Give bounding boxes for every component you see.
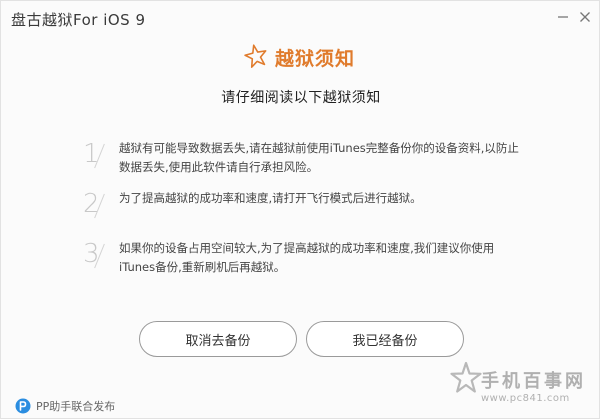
notice-subtitle: 请仔细阅读以下越狱须知 — [221, 90, 381, 106]
minimize-icon — [558, 16, 568, 18]
notice-number: 3 — [83, 239, 100, 269]
star-logo-icon — [244, 44, 267, 68]
notice-number: 2 — [83, 189, 100, 219]
notice-text: 为了提高越狱的成功率和速度,请打开飞行模式后进行越狱。 — [119, 191, 422, 205]
watermark-star-icon — [450, 361, 482, 393]
minimize-button[interactable] — [553, 7, 573, 27]
close-button[interactable] — [575, 7, 595, 27]
window-title: 盘古越狱For iOS 9 — [11, 11, 146, 29]
notice-item: 3 如果你的设备占用空间较大,为了提高越狱的成功率和速度,我们建议你使用iTun… — [83, 239, 523, 279]
notice-item: 1 越狱有可能导致数据丢失,请在越狱前使用iTunes完整备份你的设备资料,以防… — [83, 139, 523, 179]
title-bar[interactable]: 盘古越狱For iOS 9 — [1, 1, 600, 35]
close-icon — [580, 12, 590, 22]
watermark-title: 手机百事网 — [481, 371, 586, 392]
footer-text: PP助手联合发布 — [36, 400, 116, 413]
notice-heading: 越狱须知 — [275, 48, 356, 70]
notice-number: 1 — [83, 139, 100, 169]
notice-text: 越狱有可能导致数据丢失,请在越狱前使用iTunes完整备份你的设备资料,以防止数… — [119, 141, 519, 174]
notice-item: 2 为了提高越狱的成功率和速度,请打开飞行模式后进行越狱。 — [83, 189, 523, 219]
cancel-backup-button[interactable]: 取消去备份 — [139, 321, 297, 357]
pp-icon — [15, 398, 31, 414]
header: 越狱须知 — [1, 41, 600, 77]
already-backed-up-button[interactable]: 我已经备份 — [306, 321, 464, 357]
notice-text: 如果你的设备占用空间较大,为了提高越狱的成功率和速度,我们建议你使用iTunes… — [119, 241, 495, 274]
watermark-url: www.pc841.com — [481, 393, 570, 404]
installer-window: 盘古越狱For iOS 9 越狱须知 请仔细阅读以下越狱须知 1 越狱有可能导致… — [0, 0, 600, 419]
